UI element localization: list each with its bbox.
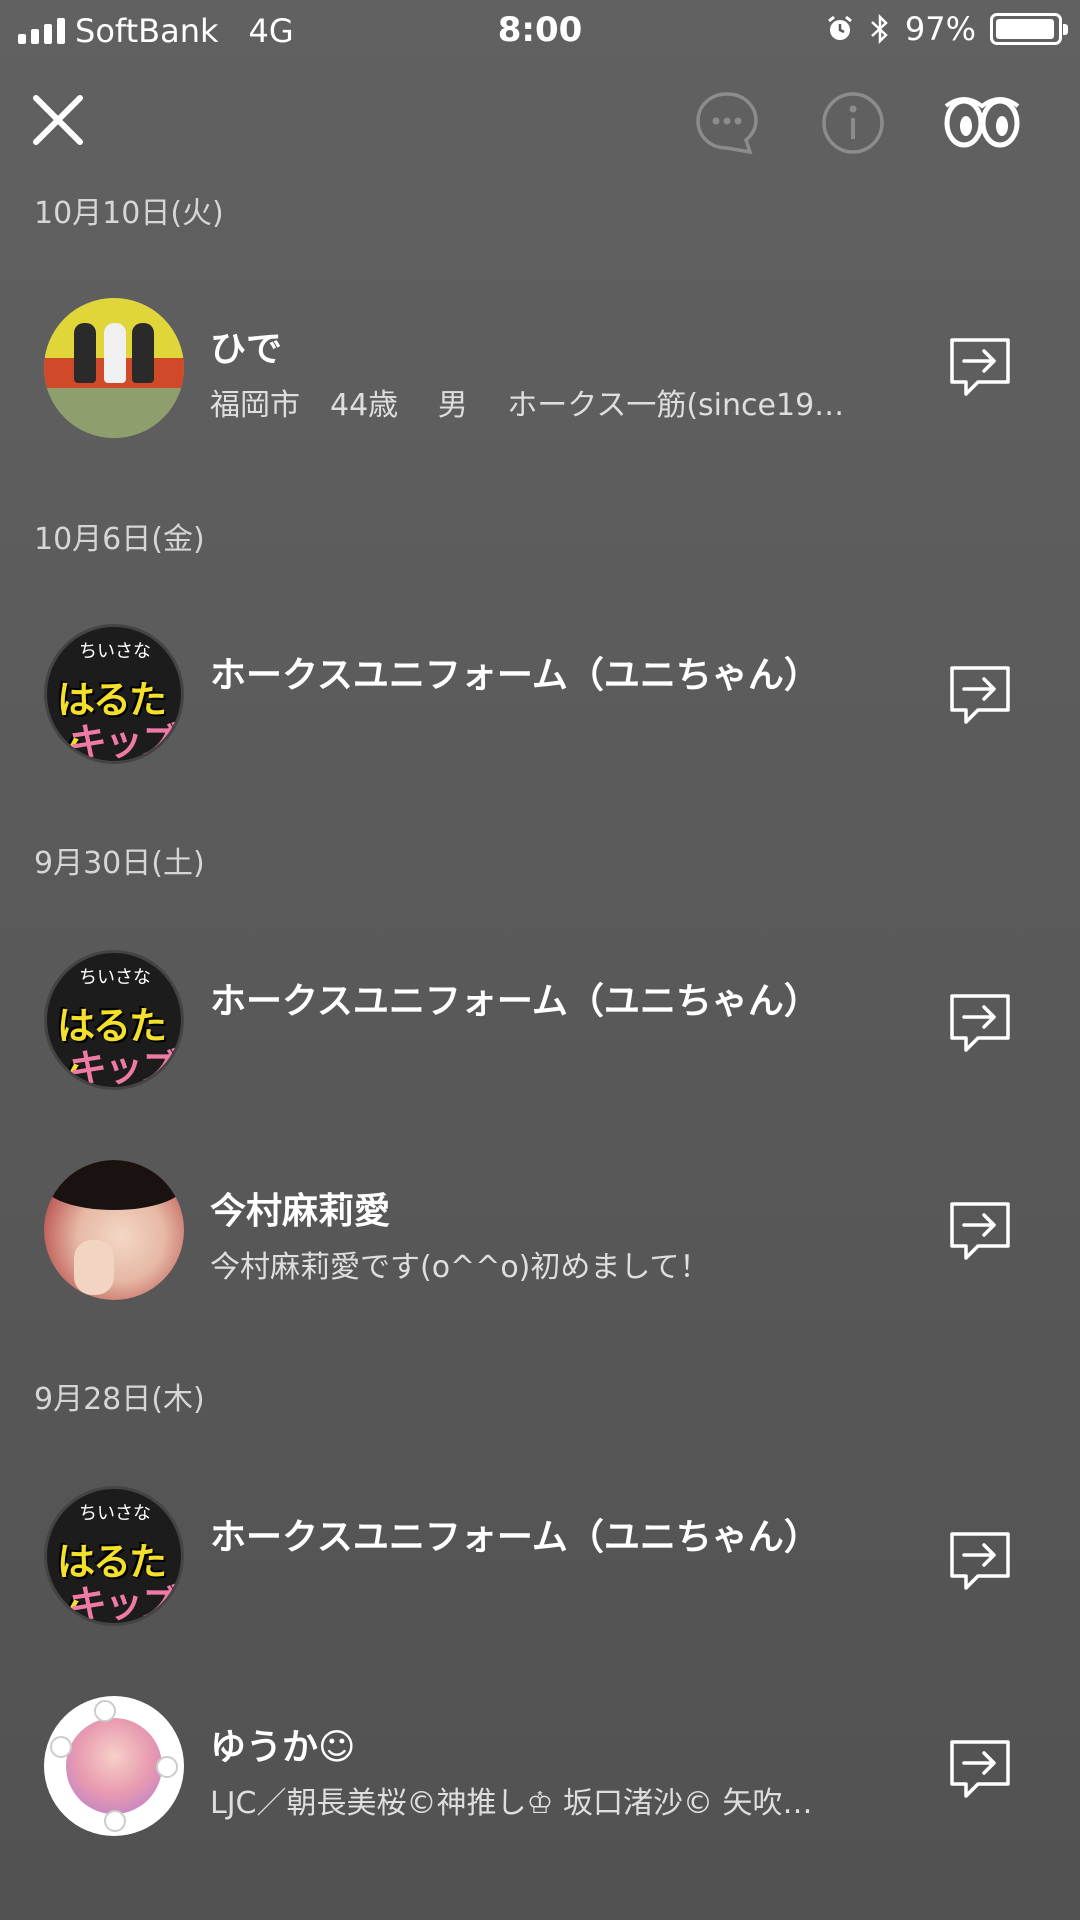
avatar[interactable] xyxy=(44,1696,184,1836)
user-name: 今村麻莉愛 xyxy=(210,1191,391,1232)
battery-icon xyxy=(990,13,1068,45)
avatar[interactable] xyxy=(44,298,184,438)
user-name: ひで xyxy=(210,329,283,370)
info-icon[interactable] xyxy=(818,88,888,158)
user-name: ホークスユニフォーム（ユニちゃん） xyxy=(210,655,820,696)
user-name: ホークスユニフォーム（ユニちゃん） xyxy=(210,981,820,1022)
avatar[interactable]: ちいさな はるたん キッズ xyxy=(44,624,184,764)
eyes-icon[interactable] xyxy=(942,88,1022,158)
top-toolbar xyxy=(0,80,1080,160)
user-profile-text: LJC／朝長美桜©神推し♔ 坂口渚沙© 矢吹… xyxy=(210,1786,813,1821)
battery-percent: 97% xyxy=(904,10,976,48)
alarm-icon xyxy=(827,15,852,40)
message-share-icon[interactable] xyxy=(948,662,1012,726)
bluetooth-icon xyxy=(871,13,888,45)
date-header: 9月28日(木) xyxy=(34,1382,205,1417)
list-item[interactable]: ちいさな はるたん キッズ ホークスユニフォーム（ユニちゃん） xyxy=(0,950,1080,1100)
date-header: 9月30日(土) xyxy=(34,846,205,881)
list-item[interactable]: ちいさな はるたん キッズ ホークスユニフォーム（ユニちゃん） xyxy=(0,1486,1080,1636)
avatar[interactable]: ちいさな はるたん キッズ xyxy=(44,1486,184,1626)
date-header: 10月6日(金) xyxy=(34,522,205,557)
status-bar: SoftBank 4G 8:00 97% xyxy=(0,0,1080,60)
status-right: 97% xyxy=(825,10,1068,48)
list-item[interactable]: ちいさな はるたん キッズ ホークスユニフォーム（ユニちゃん） xyxy=(0,624,1080,774)
list-item[interactable]: 今村麻莉愛 今村麻莉愛です(o^^o)初めまして！ xyxy=(0,1160,1080,1310)
chat-bubble-icon[interactable] xyxy=(692,88,762,158)
user-profile-text: 今村麻莉愛です(o^^o)初めまして！ xyxy=(210,1250,710,1285)
user-name: ゆうか☺ xyxy=(210,1727,356,1768)
message-share-icon[interactable] xyxy=(948,1528,1012,1592)
avatar[interactable]: ちいさな はるたん キッズ xyxy=(44,950,184,1090)
list-item[interactable]: ゆうか☺ LJC／朝長美桜©神推し♔ 坂口渚沙© 矢吹… xyxy=(0,1696,1080,1846)
list-item[interactable]: ひで 福岡市 44歳 男 ホークス一筋(since19… xyxy=(0,298,1080,448)
avatar[interactable] xyxy=(44,1160,184,1300)
date-header: 10月10日(火) xyxy=(34,196,224,231)
message-share-icon[interactable] xyxy=(948,1198,1012,1262)
message-share-icon[interactable] xyxy=(948,334,1012,398)
user-profile-text: 福岡市 44歳 男 ホークス一筋(since19… xyxy=(210,388,845,423)
message-share-icon[interactable] xyxy=(948,1736,1012,1800)
close-icon[interactable] xyxy=(28,90,88,150)
user-name: ホークスユニフォーム（ユニちゃん） xyxy=(210,1517,820,1558)
message-share-icon[interactable] xyxy=(948,990,1012,1054)
